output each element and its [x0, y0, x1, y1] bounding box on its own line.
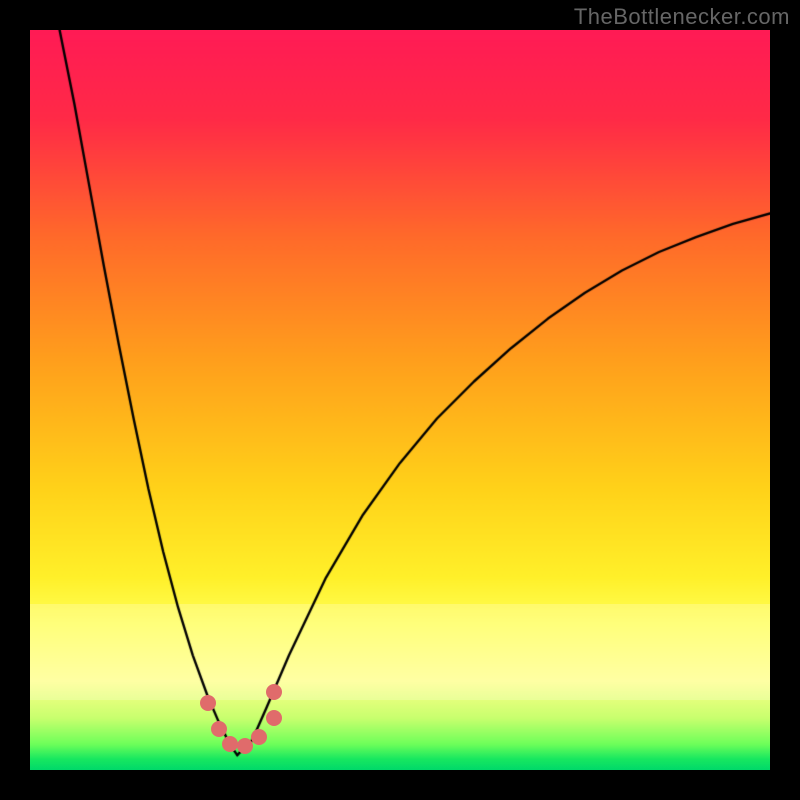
- marker-dot: [211, 721, 227, 737]
- watermark-text: TheBottlenecker.com: [574, 4, 790, 30]
- marker-dot: [200, 695, 216, 711]
- marker-dot: [266, 710, 282, 726]
- marker-dot: [222, 736, 238, 752]
- bottleneck-curve: [30, 30, 770, 770]
- plot-area: [30, 30, 770, 770]
- marker-dot: [237, 738, 253, 754]
- marker-dot: [266, 684, 282, 700]
- marker-dot: [251, 729, 267, 745]
- chart-root: TheBottlenecker.com: [0, 0, 800, 800]
